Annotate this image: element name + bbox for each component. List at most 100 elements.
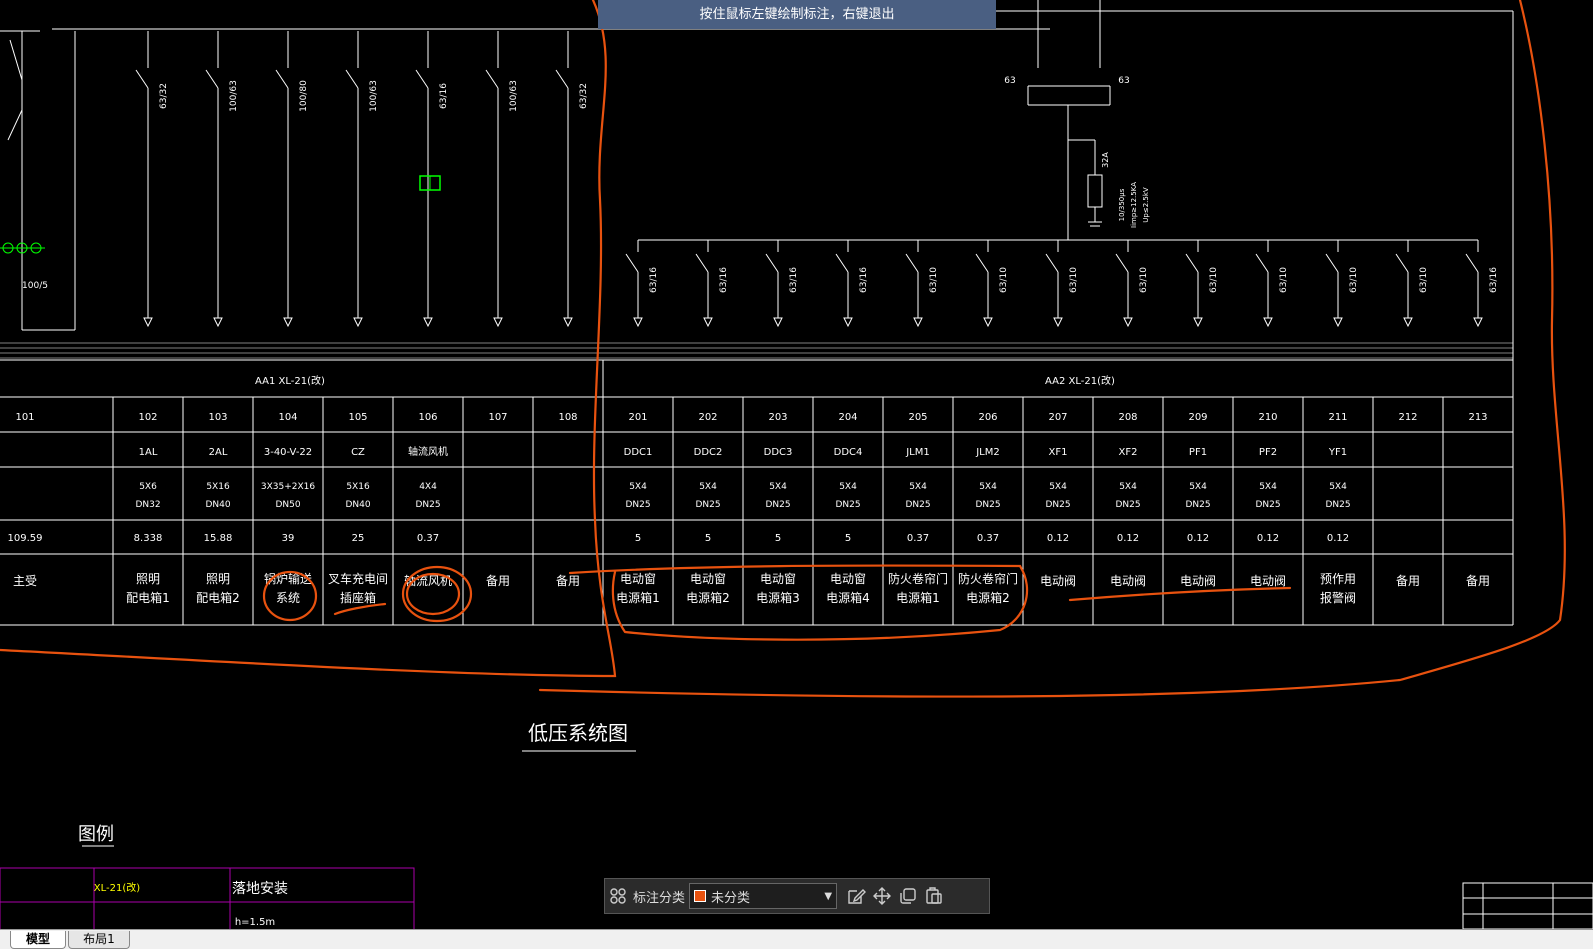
- feeder-breaker: [275, 69, 289, 89]
- grid-icon[interactable]: [605, 883, 631, 909]
- load-name: 电源箱1: [896, 590, 940, 605]
- feeder-breaker: [1325, 253, 1339, 273]
- cable-spec: 5X4: [979, 482, 997, 492]
- category-value: 未分类: [711, 890, 751, 906]
- breaker-rating-label: 100/63: [509, 80, 519, 112]
- category-select[interactable]: 未分类 ▼: [689, 883, 838, 909]
- breaker-rating-label: 63: [1118, 76, 1129, 86]
- feeder-breaker: [1255, 253, 1269, 273]
- power-value: 0.12: [1257, 533, 1279, 544]
- ct-ratio-label: 100/5: [22, 281, 48, 291]
- feeder-breaker: [345, 69, 359, 89]
- load-name: 电源箱4: [826, 590, 870, 605]
- incoming-breaker: [7, 109, 23, 141]
- cable-spec: 4X4: [419, 482, 437, 492]
- circuit-code: 3-40-V-22: [264, 447, 312, 458]
- cable-spec: 5X4: [629, 482, 647, 492]
- circuit-code: JLM1: [905, 447, 930, 458]
- feeder-arrow: [423, 317, 433, 328]
- load-name: 电动阀: [1040, 574, 1076, 588]
- pipe-spec: DN25: [765, 500, 790, 510]
- feeder-arrow: [143, 317, 153, 328]
- cable-spec: 5X4: [1119, 482, 1137, 492]
- cable-spec: 5X4: [1259, 482, 1277, 492]
- circuit-number: 104: [278, 412, 297, 423]
- surge-protector-symbol: [1087, 174, 1103, 208]
- category-color-swatch: [694, 890, 707, 902]
- power-value: 0.12: [1047, 533, 1069, 544]
- drawing-title: 低压系统图: [528, 721, 628, 745]
- load-name: 电动窗: [760, 572, 796, 586]
- spd-spec-label: Iimp≥12.5KA: [1130, 182, 1138, 228]
- feeder-breaker: [905, 253, 919, 273]
- load-name: 照明: [136, 572, 160, 586]
- circuit-number: 108: [558, 412, 577, 423]
- circuit-number: 105: [348, 412, 367, 423]
- circuit-number: 107: [488, 412, 507, 423]
- feeder-breaker: [835, 253, 849, 273]
- copy-icon[interactable]: [895, 883, 921, 909]
- edit-icon[interactable]: [843, 883, 869, 909]
- circuit-code: DDC4: [834, 447, 863, 458]
- power-value: 25: [352, 533, 365, 544]
- breaker-rating-label: 63/16: [439, 83, 449, 109]
- power-value: 0.37: [907, 533, 929, 544]
- feeder-arrow: [633, 317, 643, 328]
- circuit-number: 210: [1258, 412, 1277, 423]
- circuit-code: DDC2: [694, 447, 723, 458]
- cable-spec: 5X4: [1189, 482, 1207, 492]
- draw-hint-text: 按住鼠标左键绘制标注，右键退出: [699, 7, 895, 22]
- pipe-spec: DN25: [905, 500, 930, 510]
- feeder-breaker: [135, 69, 149, 89]
- load-name: 电动窗: [620, 572, 656, 586]
- load-name: 电源箱2: [686, 590, 730, 605]
- legend-table: [0, 867, 415, 929]
- feeder-arrow: [913, 317, 923, 328]
- feeder-arrow: [1403, 317, 1413, 328]
- breaker-rating-label: 100/80: [299, 80, 309, 112]
- breaker-rating-label: 63/10: [1139, 267, 1149, 293]
- chevron-down-icon: ▼: [824, 890, 833, 902]
- feeder-breaker: [1395, 253, 1409, 273]
- load-name: 配电箱2: [196, 590, 240, 605]
- cable-spec: 5X16: [206, 482, 230, 492]
- markup-underline-105: [333, 602, 387, 616]
- breaker-rating-label: 63/16: [719, 267, 729, 293]
- breaker-rating-label: 63/10: [929, 267, 939, 293]
- power-value: 109.59: [8, 533, 43, 544]
- tab-layout1[interactable]: 布局1: [68, 931, 130, 949]
- pipe-spec: DN25: [415, 500, 440, 510]
- breaker-rating-label: 63/10: [1209, 267, 1219, 293]
- feeder-arrow: [773, 317, 783, 328]
- circuit-number: 205: [908, 412, 927, 423]
- feeder-arrow: [493, 317, 503, 328]
- power-value: 0.12: [1187, 533, 1209, 544]
- circuit-code: JLM2: [975, 447, 1000, 458]
- load-name: 电动阀: [1250, 574, 1286, 588]
- feeder-breaker: [765, 253, 779, 273]
- breaker-rating-label: 63/10: [1069, 267, 1079, 293]
- paste-icon[interactable]: [921, 883, 947, 909]
- circuit-code: DDC1: [624, 447, 653, 458]
- feeder-arrow: [843, 317, 853, 328]
- cad-drawing-canvas[interactable]: 100/5 63/32 100/63 100/80 100/63 63/16 100/63 6…: [0, 0, 1593, 929]
- move-icon[interactable]: [869, 883, 895, 909]
- power-value: 5: [775, 533, 781, 544]
- feeder-arrow: [1473, 317, 1483, 328]
- load-name: 电源箱2: [966, 590, 1010, 605]
- cable-spec: 5X4: [1049, 482, 1067, 492]
- tab-model[interactable]: 模型: [10, 931, 66, 949]
- pipe-spec: DN25: [1255, 500, 1280, 510]
- feeder-breaker: [695, 253, 709, 273]
- load-name: 电动阀: [1180, 574, 1216, 588]
- circuit-code: YF1: [1328, 447, 1347, 458]
- panel-right-label: AA2 XL-21(改): [1045, 374, 1115, 387]
- spd-spec-label: 10/350μs: [1118, 188, 1126, 221]
- legend-desc: 落地安装: [232, 881, 288, 897]
- circuit-code: XF2: [1119, 447, 1138, 458]
- breaker-rating-label: 63/16: [859, 267, 869, 293]
- circuit-code: PF2: [1259, 447, 1277, 458]
- load-name: 照明: [206, 572, 230, 586]
- cable-spec: 5X4: [909, 482, 927, 492]
- cable-spec: 5X16: [346, 482, 370, 492]
